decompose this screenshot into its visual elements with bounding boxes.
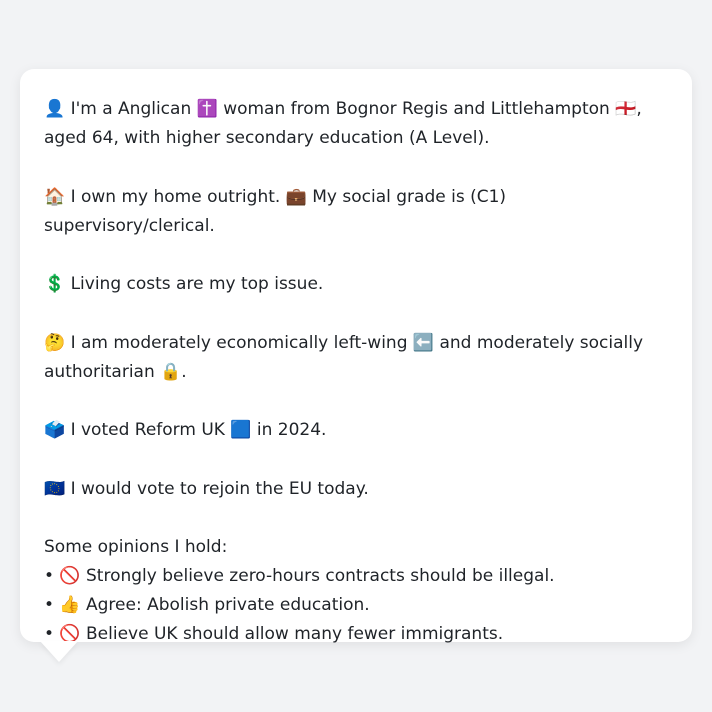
bubble-tail [40,641,78,662]
intro-line: 👤 I'm a Anglican ✝️ woman from Bognor Re… [44,99,642,148]
opinion-item: • 🚫 Believe UK should allow many fewer i… [44,624,504,644]
opinion-item: • 🚫 Strongly believe zero-hours contract… [44,566,555,586]
persona-message-bubble: 👤 I'm a Anglican ✝️ woman from Bognor Re… [20,69,692,644]
opinion-item: • 👍 Agree: Abolish private education. [44,595,370,615]
home-line: 🏠 I own my home outright. 💼 My social gr… [44,186,507,236]
eu-line: 🇪🇺 I would vote to rejoin the EU today. [44,478,369,499]
opinions-section: Some opinions I hold: • 🚫 Strongly belie… [44,533,668,649]
opinions-heading: Some opinions I hold: [44,537,228,557]
vote-line: 🗳️ I voted Reform UK 🟦 in 2024. [44,420,327,440]
ideology-line: 🤔 I am moderately economically left-wing… [44,332,644,382]
issue-line: 💲 Living costs are my top issue. [44,274,324,294]
